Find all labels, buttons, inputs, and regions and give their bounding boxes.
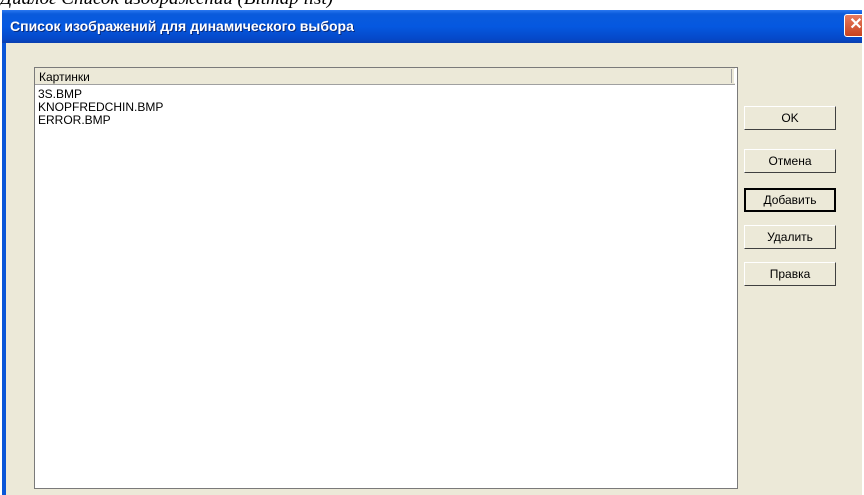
ok-button[interactable]: OK — [744, 106, 836, 130]
edit-button[interactable]: Правка — [744, 262, 836, 286]
list-item[interactable]: ERROR.BMP — [38, 114, 111, 127]
header-divider[interactable] — [731, 69, 735, 83]
dialog-window: Список изображений для динамического выб… — [2, 10, 862, 495]
column-header-pictures: Картинки — [39, 70, 90, 84]
image-list[interactable]: Картинки 3S.BMP KNOPFREDCHIN.BMP ERROR.B… — [34, 67, 738, 489]
delete-button[interactable]: Удалить — [744, 225, 836, 249]
figure-caption: Диалог Список изображений (Bitmap list) — [0, 0, 864, 10]
cancel-button[interactable]: Отмена — [744, 149, 836, 173]
close-icon[interactable]: ✕ — [844, 14, 862, 37]
list-header[interactable]: Картинки — [35, 68, 735, 85]
window-title: Список изображений для динамического выб… — [10, 18, 354, 34]
add-button[interactable]: Добавить — [744, 188, 836, 212]
window-frame-left — [2, 43, 6, 495]
title-bar[interactable]: Список изображений для динамического выб… — [2, 10, 862, 43]
